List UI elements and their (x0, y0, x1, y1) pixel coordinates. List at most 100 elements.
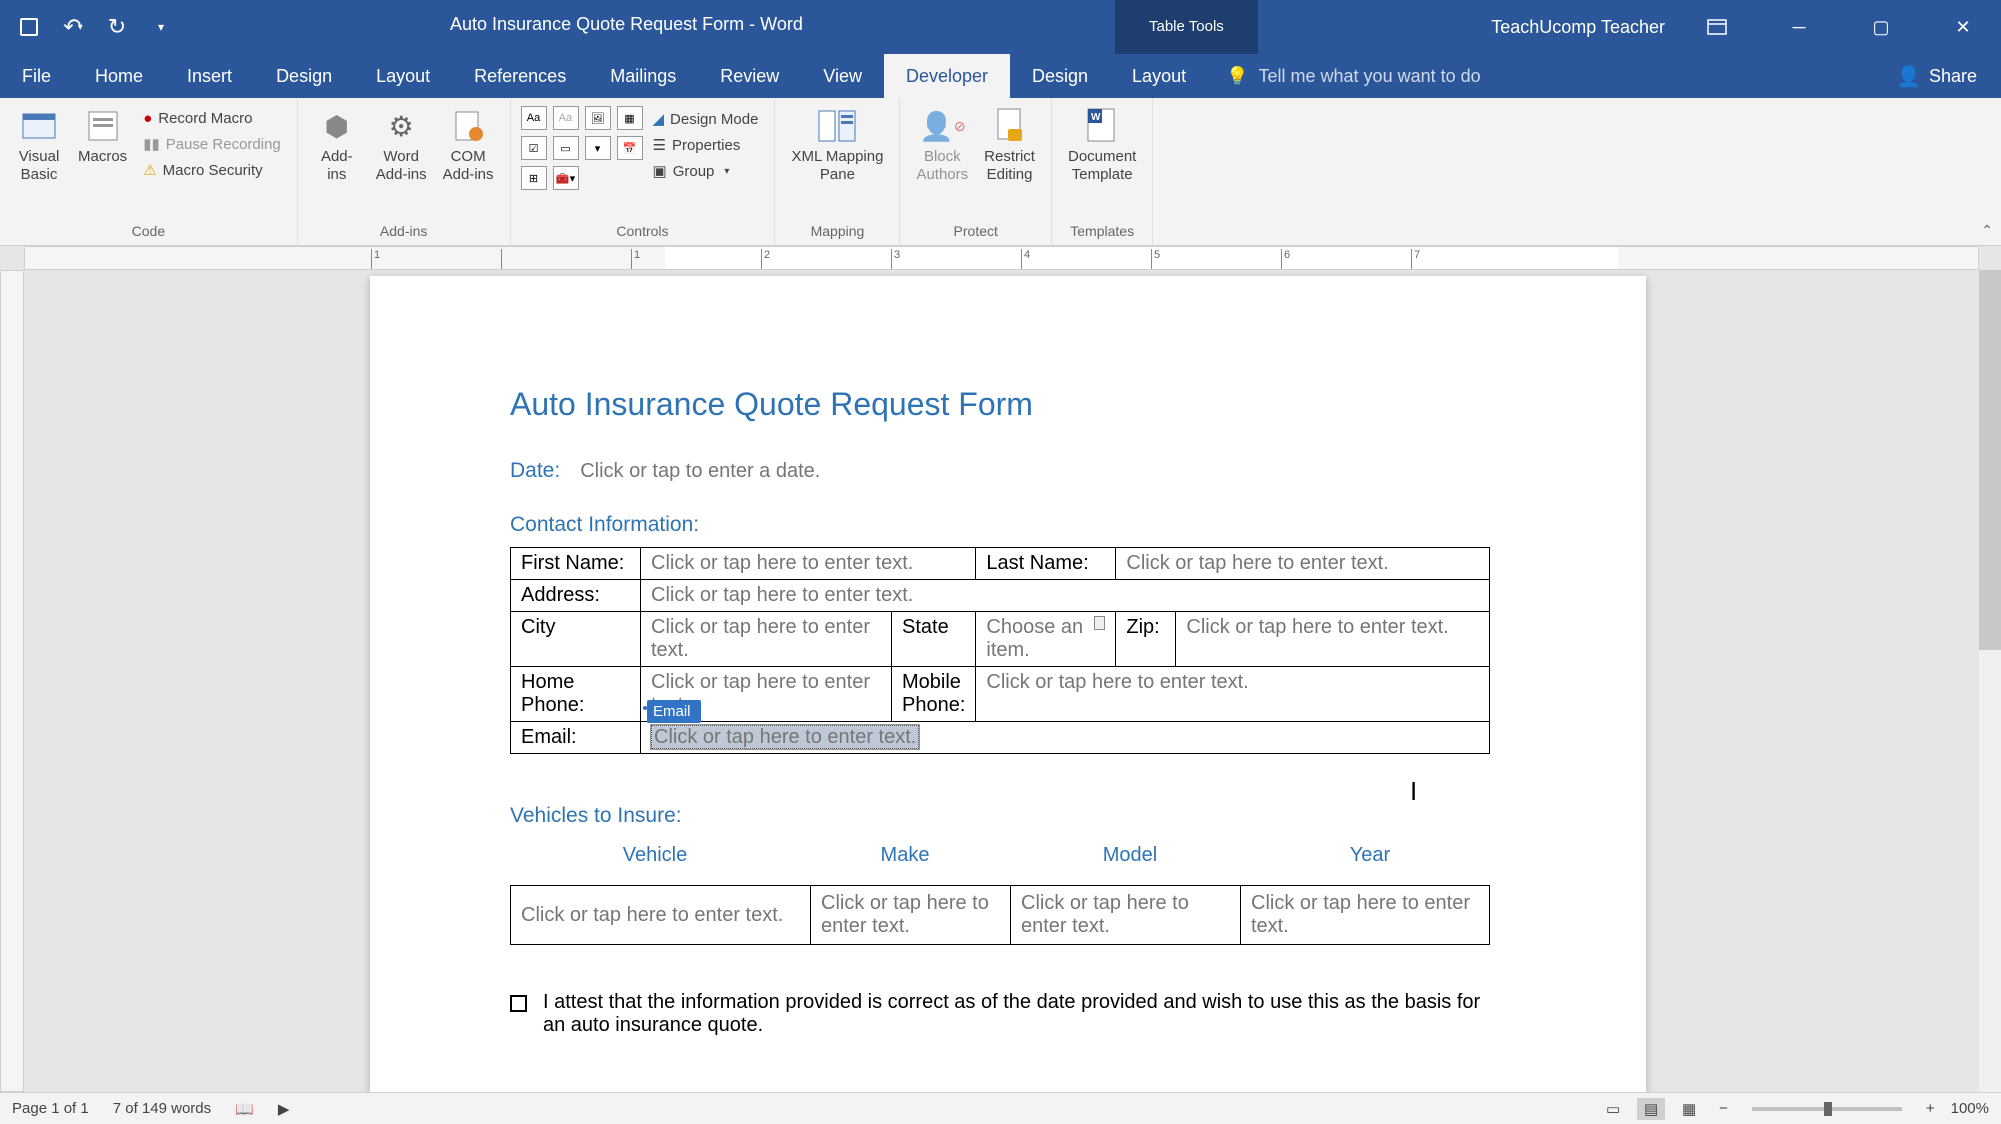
zoom-slider[interactable] (1752, 1107, 1902, 1111)
pause-icon: ▮▮ (143, 135, 160, 153)
group-button[interactable]: ▣Group▾ (647, 160, 765, 182)
qat-customize-button[interactable]: ▾ (144, 10, 178, 44)
tab-layout[interactable]: Layout (354, 54, 452, 98)
address-field[interactable]: Click or tap here to enter text. (641, 580, 1490, 612)
mobile-phone-field[interactable]: Click or tap here to enter text. (976, 667, 1490, 722)
vehicle-header-vehicle: Vehicle (510, 844, 800, 867)
plain-text-control-button[interactable]: Aa (553, 106, 579, 130)
city-label: City (511, 612, 641, 667)
make-field[interactable]: Click or tap here to enter text. (811, 886, 1011, 945)
tab-design[interactable]: Design (254, 54, 354, 98)
dropdown-arrow-icon (1094, 616, 1105, 630)
picture-control-button[interactable]: 🖼 (585, 106, 611, 130)
horizontal-ruler[interactable]: 11234567 (24, 246, 1979, 270)
com-addins-button[interactable]: COM Add-ins (437, 102, 500, 188)
tab-table-design[interactable]: Design (1010, 54, 1110, 98)
selected-placeholder: Click or tap here to enter text. (651, 725, 919, 749)
state-dropdown[interactable]: Choose an item. (976, 612, 1116, 667)
date-picker-control-button[interactable]: 📅 (617, 136, 643, 160)
collapse-ribbon-button[interactable]: ⌃ (1981, 222, 1993, 239)
zoom-in-button[interactable]: + (1920, 1100, 1941, 1117)
tab-mailings[interactable]: Mailings (588, 54, 698, 98)
zoom-level[interactable]: 100% (1951, 1100, 1989, 1117)
year-field[interactable]: Click or tap here to enter text. (1241, 886, 1490, 945)
share-button[interactable]: 👤 Share (1872, 54, 2001, 98)
checkbox-control-button[interactable]: ☑ (521, 136, 547, 160)
macro-security-button[interactable]: ⚠Macro Security (137, 159, 287, 181)
tab-references[interactable]: References (452, 54, 588, 98)
ribbon-display-button[interactable] (1687, 0, 1747, 54)
tab-review[interactable]: Review (698, 54, 801, 98)
last-name-field[interactable]: Click or tap here to enter text. (1116, 548, 1490, 580)
spellcheck-icon[interactable]: 📖 (235, 1100, 254, 1118)
repeating-section-button[interactable]: ⊞ (521, 166, 547, 190)
redo-button[interactable]: ↻ (100, 10, 134, 44)
minimize-icon: ─ (1793, 17, 1806, 38)
vehicle-header-model: Model (1010, 844, 1250, 867)
first-name-field[interactable]: Click or tap here to enter text. (641, 548, 976, 580)
web-layout-button[interactable]: ▦ (1675, 1098, 1703, 1120)
restrict-editing-button[interactable]: Restrict Editing (978, 102, 1041, 188)
close-button[interactable]: ✕ (1933, 0, 1993, 54)
combobox-control-button[interactable]: ▭ (553, 136, 579, 160)
tab-view[interactable]: View (801, 54, 884, 98)
addins-button[interactable]: ⬢ Add- ins (308, 102, 366, 188)
legacy-tools-button[interactable]: 🧰▾ (553, 166, 579, 190)
attest-checkbox[interactable] (510, 995, 527, 1012)
pause-recording-button[interactable]: ▮▮Pause Recording (137, 133, 287, 155)
document-page[interactable]: Auto Insurance Quote Request Form Date: … (370, 276, 1646, 1092)
block-authors-button[interactable]: 👤⊘ Block Authors (910, 102, 974, 188)
document-heading: Auto Insurance Quote Request Form (510, 386, 1506, 423)
model-field[interactable]: Click or tap here to enter text. (1011, 886, 1241, 945)
zoom-out-button[interactable]: − (1713, 1100, 1734, 1117)
visual-basic-button[interactable]: Visual Basic (10, 102, 68, 188)
vertical-ruler[interactable] (0, 270, 24, 1092)
xml-mapping-button[interactable]: XML Mapping Pane (785, 102, 889, 188)
maximize-button[interactable]: ▢ (1851, 0, 1911, 54)
scrollbar-thumb[interactable] (1979, 270, 2001, 650)
tab-home[interactable]: Home (73, 54, 165, 98)
zip-field[interactable]: Click or tap here to enter text. (1176, 612, 1490, 667)
print-layout-button[interactable]: ▤ (1637, 1098, 1665, 1120)
tab-table-layout[interactable]: Layout (1110, 54, 1208, 98)
share-label: Share (1929, 66, 1977, 87)
com-addins-icon (448, 106, 488, 146)
ribbon-group-protect: 👤⊘ Block Authors Restrict Editing Protec… (900, 98, 1052, 245)
ribbon: Visual Basic Macros ●Record Macro ▮▮Paus… (0, 98, 2001, 246)
macros-button[interactable]: Macros (72, 102, 133, 170)
zip-label: Zip: (1116, 612, 1176, 667)
save-icon (20, 18, 38, 36)
dropdown-control-button[interactable]: ▾ (585, 136, 611, 160)
zoom-slider-thumb[interactable] (1824, 1102, 1832, 1116)
table-row: Email: Click or tap here to enter text. (511, 722, 1490, 754)
page-indicator[interactable]: Page 1 of 1 (12, 1100, 89, 1117)
design-mode-button[interactable]: ◢Design Mode (647, 108, 765, 130)
record-macro-button[interactable]: ●Record Macro (137, 108, 287, 129)
macro-status-icon[interactable]: ▶ (278, 1100, 290, 1118)
properties-button[interactable]: ☰Properties (647, 134, 765, 156)
building-block-control-button[interactable]: ▦ (617, 106, 643, 130)
minimize-button[interactable]: ─ (1769, 0, 1829, 54)
word-count[interactable]: 7 of 149 words (113, 1100, 211, 1117)
city-field[interactable]: Click or tap here to enter text. (641, 612, 892, 667)
restrict-editing-icon (990, 106, 1030, 146)
home-phone-field[interactable]: Click or tap here to enter text. Email (641, 667, 892, 722)
document-template-button[interactable]: W Document Template (1062, 102, 1142, 188)
email-field[interactable]: Click or tap here to enter text. (641, 722, 1490, 754)
ribbon-group-addins: ⬢ Add- ins ⚙ Word Add-ins COM Add-ins Ad… (298, 98, 511, 245)
content-control-tag[interactable]: Email (647, 700, 701, 723)
rich-text-control-button[interactable]: Aa (521, 106, 547, 130)
visual-basic-icon (19, 106, 59, 146)
vehicle-field[interactable]: Click or tap here to enter text. (511, 886, 811, 945)
date-picker-control[interactable]: Click or tap to enter a date. (580, 460, 820, 483)
tab-insert[interactable]: Insert (165, 54, 254, 98)
vertical-scrollbar[interactable] (1979, 270, 2001, 1092)
word-addins-button[interactable]: ⚙ Word Add-ins (370, 102, 433, 188)
undo-button[interactable]: ↶▾ (56, 10, 90, 44)
tell-me-search[interactable]: 💡 Tell me what you want to do (1208, 54, 1872, 98)
design-mode-icon: ◢ (653, 110, 665, 128)
tab-file[interactable]: File (0, 54, 73, 98)
tab-developer[interactable]: Developer (884, 54, 1010, 98)
read-mode-button[interactable]: ▭ (1599, 1098, 1627, 1120)
save-button[interactable] (12, 10, 46, 44)
